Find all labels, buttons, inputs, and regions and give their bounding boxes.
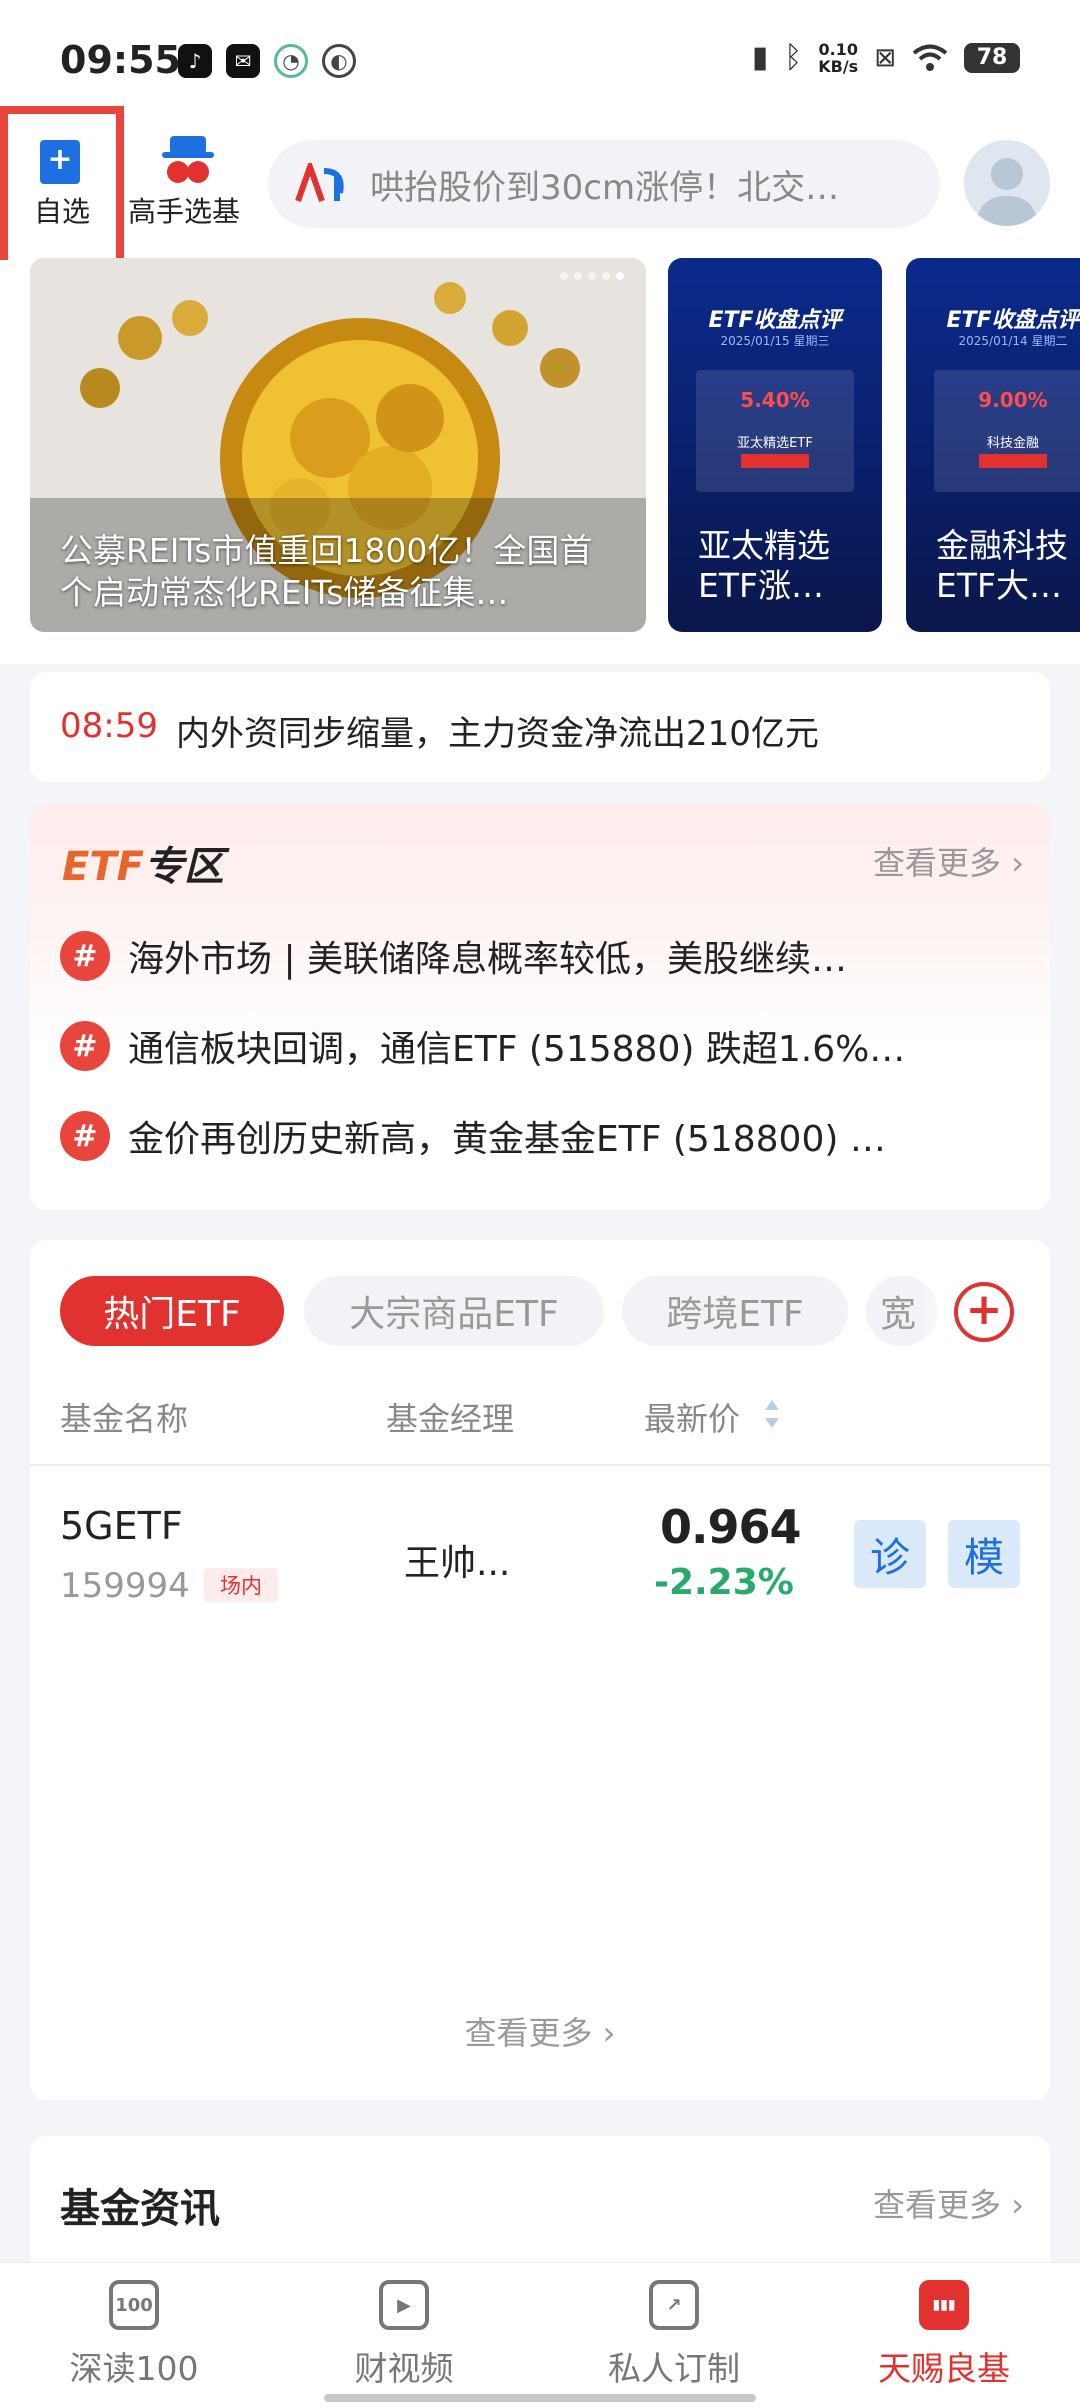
fund-manager[interactable]: 王帅... [404, 1534, 510, 1586]
etf-news-text: 海外市场 | 美联储降息概率较低，美股继续… [128, 939, 848, 980]
etf-list-more-link[interactable]: 查看更多 › [0, 2008, 1080, 2054]
search-placeholder[interactable]: 哄抬股价到30cm涨停！北交… [370, 160, 910, 209]
card-tag [741, 454, 809, 468]
ai-search-icon [295, 163, 344, 202]
notification-icons: ♪ ✉ ◔ ◐ [178, 44, 356, 78]
nav-label-active: 天赐良基 [878, 2349, 1010, 2388]
hashtag-icon: # [60, 1111, 110, 1161]
hashtag-icon: # [60, 931, 110, 981]
banner-card-etf-review-1[interactable]: ETF收盘点评 2025/01/15 星期三 5.40% 亚太精选ETF 亚太精… [668, 258, 882, 632]
card-date: 2025/01/15 星期三 [720, 334, 830, 348]
nav-item-deep-read[interactable]: 100 深读100 [34, 2280, 234, 2390]
nav-item-video[interactable]: ▶ 财视频 [304, 2280, 504, 2390]
etf-news-text: 金价再创历史新高，黄金基金ETF (518800) … [128, 1119, 886, 1160]
app-icon: ◐ [322, 44, 356, 78]
divider [30, 1464, 1050, 1466]
hashtag-icon: # [60, 1021, 110, 1071]
column-fund-name: 基金名称 [60, 1400, 189, 1438]
card-head: ETF收盘点评 [708, 308, 842, 333]
fund-news-title: 基金资讯 [60, 2186, 220, 2232]
nav-item-custom[interactable]: ↗ 私人订制 [574, 2280, 774, 2390]
etf-list-card [30, 1240, 1050, 2100]
play-icon: ▶ [379, 2280, 429, 2330]
banner-card-etf-review-2[interactable]: ETF收盘点评 2025/01/14 星期二 9.00% 科技金融 金融科技ET… [906, 258, 1080, 632]
favorites-highlight-box [0, 106, 124, 282]
status-time: 09:55 [60, 38, 181, 82]
fund-code: 159994 [60, 1566, 190, 1606]
pager-dot-active [616, 272, 624, 280]
expert-agent-icon[interactable] [160, 134, 216, 188]
card-caption: 金融科技ETF大… [936, 526, 1068, 605]
etf-logo-prefix: ETF [62, 844, 144, 890]
nav-label: 私人订制 [608, 2349, 740, 2388]
card-caption: 亚太精选ETF涨… [698, 526, 830, 605]
net-speed-value: 0.10 [818, 39, 858, 59]
ticker-time: 08:59 [60, 706, 158, 746]
avatar-icon [976, 158, 1038, 226]
card-pct: 5.40% [740, 388, 810, 412]
tiktok-icon: ♪ [178, 44, 212, 78]
card-date: 2025/01/14 星期二 [958, 334, 1068, 348]
ticker-text[interactable]: 内外资同步缩量，主力资金净流出210亿元 [176, 706, 819, 755]
etf-news-text: 通信板块回调，通信ETF (515880) 跌超1.6%… [128, 1029, 906, 1070]
etf-zone-logo: ETF专区 [62, 834, 224, 892]
wifi-icon [912, 44, 948, 71]
etf-news-item[interactable]: # 通信板块回调，通信ETF (515880) 跌超1.6%… [60, 1018, 1020, 1074]
pager-dot [560, 272, 568, 280]
pager-dot [588, 272, 596, 280]
banner-pager [560, 272, 624, 280]
card-name: 科技金融 [986, 436, 1039, 451]
book-icon: 100 [109, 2280, 159, 2330]
pager-dot [574, 272, 582, 280]
net-speed: 0.10 KB/s [818, 41, 858, 75]
fund-name[interactable]: 5GETF [60, 1504, 183, 1548]
sim-off-icon: ⊠ [874, 42, 896, 73]
bluetooth-icon: ᛒ [784, 40, 803, 75]
simulate-button[interactable]: 模 [948, 1520, 1020, 1588]
mail-icon: ✉ [226, 44, 260, 78]
tab-fade [920, 1270, 950, 1350]
tab-hot-etf[interactable]: 热门ETF [60, 1276, 284, 1346]
pager-dot [602, 272, 610, 280]
net-speed-unit: KB/s [818, 56, 859, 76]
card-head: ETF收盘点评 [946, 308, 1080, 333]
trend-icon: ↗ [649, 2280, 699, 2330]
card-panel: 9.00% 科技金融 [934, 370, 1080, 492]
etf-news-item[interactable]: # 海外市场 | 美联储降息概率较低，美股继续… [60, 928, 1020, 984]
expert-picks-label[interactable]: 高手选基 [128, 190, 240, 230]
etf-news-item[interactable]: # 金价再创历史新高，黄金基金ETF (518800) … [60, 1108, 1020, 1164]
fund-price: 0.964 [660, 1500, 802, 1554]
card-tag [979, 454, 1047, 468]
column-latest-price[interactable]: 最新价 [644, 1394, 740, 1440]
chart-bar-icon: ▮▮▮ [919, 2280, 969, 2330]
card-pct: 9.00% [978, 388, 1048, 412]
fund-news-more-link[interactable]: 查看更多 › [873, 2180, 1024, 2226]
tab-cross-border-etf[interactable]: 跨境ETF [622, 1276, 848, 1346]
user-avatar[interactable] [964, 140, 1050, 226]
home-indicator[interactable] [324, 2394, 756, 2402]
qq-icon: ◔ [274, 44, 308, 78]
diagnose-button[interactable]: 诊 [854, 1520, 926, 1588]
etf-zone-more-link[interactable]: 查看更多 › [873, 838, 1024, 884]
exchange-tag: 场内 [204, 1568, 278, 1602]
vibrate-icon: ▮ [751, 40, 769, 75]
nav-item-funds[interactable]: ▮▮▮ 天赐良基 [844, 2280, 1044, 2390]
banner-main-caption[interactable]: 公募REITs市值重回1800亿！全国首个启动常态化REITs储备征集… [60, 530, 620, 614]
nav-label: 财视频 [354, 2349, 454, 2388]
system-icons: ▮ ᛒ 0.10 KB/s ⊠ 78 [752, 40, 1020, 75]
fund-change: -2.23% [654, 1562, 794, 1603]
etf-logo-suffix: 专区 [143, 844, 224, 890]
column-fund-manager: 基金经理 [386, 1400, 515, 1438]
card-panel: 5.40% 亚太精选ETF [696, 370, 854, 492]
tab-commodity-etf[interactable]: 大宗商品ETF [304, 1276, 604, 1346]
add-tab-button[interactable]: + [954, 1282, 1014, 1342]
sort-icon[interactable] [762, 1394, 782, 1434]
nav-label: 深读100 [69, 2349, 199, 2388]
battery-icon: 78 [964, 42, 1020, 73]
card-name: 亚太精选ETF [737, 436, 813, 451]
